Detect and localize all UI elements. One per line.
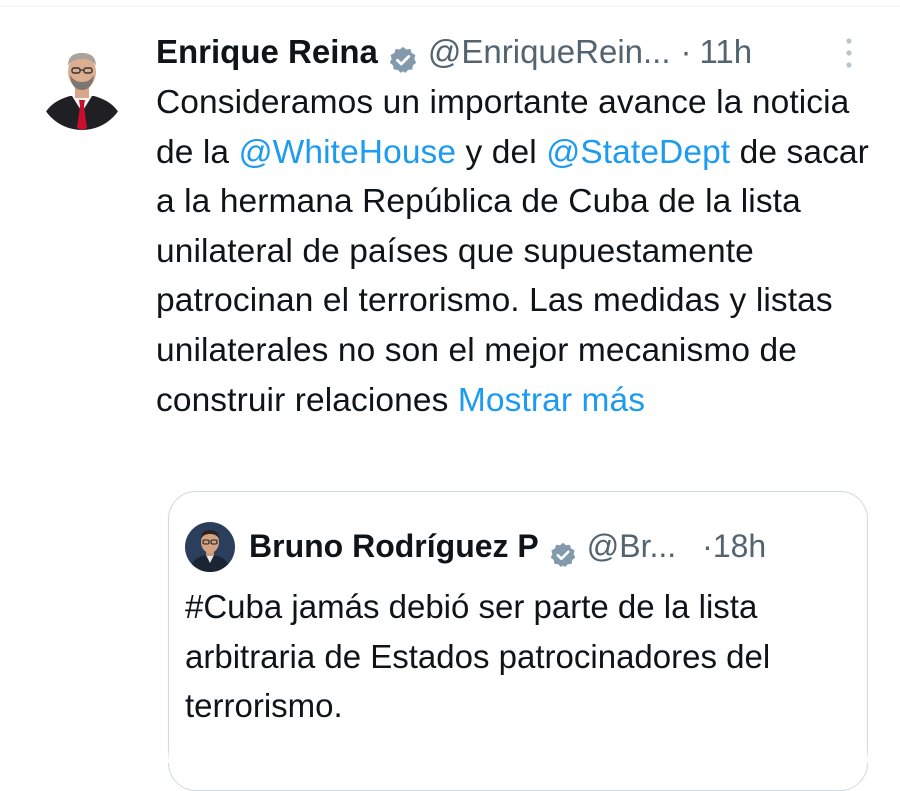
tweet-header: Enrique Reina @EnriqueRein... · 11h <box>156 26 876 78</box>
tweet-timestamp[interactable]: 11h <box>700 26 753 78</box>
quoted-header-separator: · <box>702 528 713 564</box>
show-more-link[interactable]: Mostrar más <box>458 382 645 419</box>
top-divider <box>0 6 900 7</box>
author-avatar[interactable] <box>38 42 126 130</box>
quoted-tweet-card[interactable]: Bruno Rodríguez P @Br... ·18h #Cuba jamá… <box>168 491 868 791</box>
quoted-tweet-timestamp[interactable]: ·18h <box>702 520 766 572</box>
tweet-text-part: y del <box>456 133 547 171</box>
verified-badge-icon[interactable] <box>549 532 577 568</box>
quoted-author-handle[interactable]: @Br... <box>587 520 676 572</box>
author-handle[interactable]: @EnriqueRein... <box>428 26 671 78</box>
verified-badge-icon[interactable] <box>388 38 418 73</box>
mention-link-statedept[interactable]: @StateDept <box>546 134 730 171</box>
quoted-author-name[interactable]: Bruno Rodríguez P <box>249 520 539 572</box>
header-separator: · <box>680 33 692 70</box>
quoted-tweet-text: #Cuba jamás debió ser parte de la lista … <box>185 588 771 724</box>
bottom-edge <box>0 748 900 763</box>
tweet-text: Consideramos un importante avance la not… <box>156 78 886 425</box>
mention-link-whitehouse[interactable]: @WhiteHouse <box>239 134 457 171</box>
tweet-text-part: de sacar a la hermana República de Cuba … <box>156 133 869 419</box>
quoted-tweet-header: Bruno Rodríguez P @Br... ·18h <box>249 520 849 572</box>
person-avatar-icon <box>185 522 235 572</box>
author-name[interactable]: Enrique Reina <box>156 26 378 78</box>
quoted-time-value: 18h <box>712 528 767 564</box>
more-options-icon[interactable] <box>842 36 856 70</box>
quoted-author-avatar[interactable] <box>185 522 235 572</box>
person-avatar-icon <box>38 42 126 130</box>
